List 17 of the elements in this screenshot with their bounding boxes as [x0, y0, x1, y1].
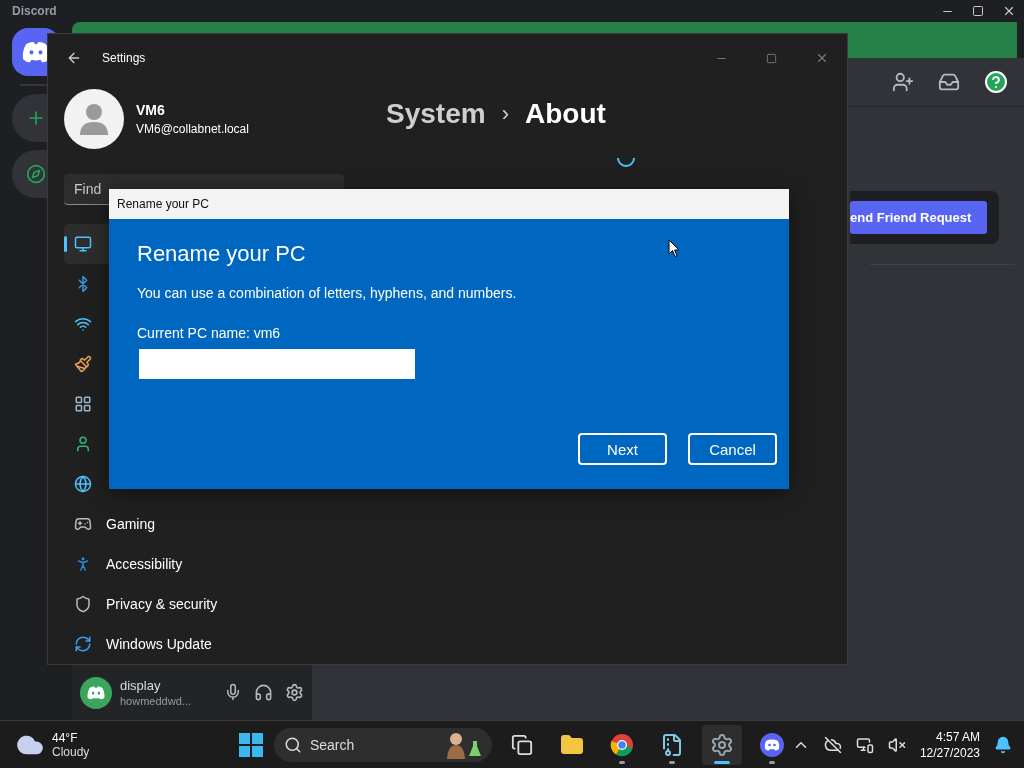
current-name-label: Current PC name: vm6: [137, 325, 281, 341]
clock-time: 4:57 AM: [935, 729, 980, 744]
dialog-description: You can use a combination of letters, hyphens, and numbers.: [137, 285, 517, 301]
account-email: VM6@collabnet.local: [136, 122, 249, 137]
breadcrumb-separator: ›: [501, 101, 509, 127]
user-tag: howmeddwd...: [120, 695, 216, 707]
window-title: Discord: [12, 4, 57, 18]
page-title: About: [524, 98, 606, 130]
dialog-title: Rename your PC: [109, 189, 789, 219]
clock-date: 12/27/2023: [919, 745, 980, 760]
window-title: Settings: [102, 51, 147, 65]
temperature: 44°F: [52, 730, 79, 745]
user-name: display: [120, 678, 162, 693]
search-placeholder: Search: [309, 736, 356, 753]
dialog-heading: Rename your PC: [137, 241, 306, 267]
weather-condition: Cloudy: [52, 744, 90, 759]
account-name: VM6: [136, 102, 166, 119]
